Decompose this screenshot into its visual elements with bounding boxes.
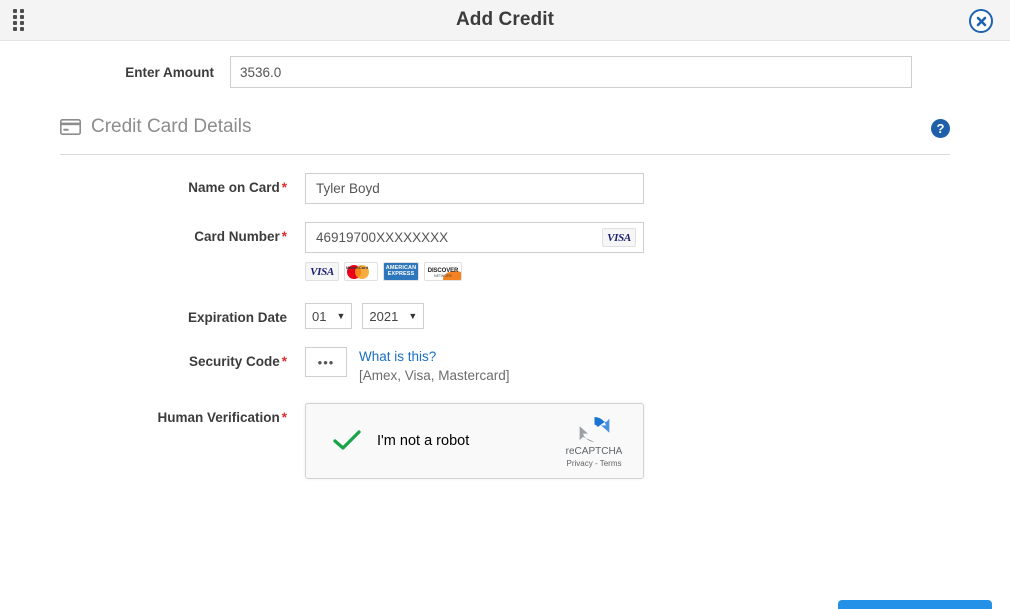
name-on-card-label: Name on Card * bbox=[0, 173, 305, 195]
human-verification-row: Human Verification * I'm not a robot reC… bbox=[0, 403, 1010, 479]
what-is-this-link[interactable]: What is this? bbox=[359, 348, 510, 366]
mastercard-logo-text: MasterCard bbox=[346, 264, 369, 270]
discover-logo-sub: NETWORK bbox=[434, 274, 452, 278]
security-code-label-text: Security Code bbox=[188, 354, 280, 369]
required-marker: * bbox=[281, 229, 287, 244]
card-number-row: Card Number* VISA VISA MasterCard bbox=[0, 222, 1010, 281]
recaptcha-terms[interactable]: Privacy - Terms bbox=[555, 458, 633, 469]
recaptcha-branding: reCAPTCHA Privacy - Terms bbox=[555, 412, 633, 469]
security-code-input[interactable] bbox=[305, 347, 347, 377]
visa-logo-icon: VISA bbox=[305, 262, 339, 281]
modal-body: Enter Amount Credit Card Details ? Name … bbox=[0, 41, 1010, 609]
close-button[interactable] bbox=[969, 9, 993, 33]
human-verification-label-text: Human Verification bbox=[157, 410, 280, 425]
amount-input[interactable] bbox=[230, 56, 912, 88]
discover-logo-text: DISCOVER bbox=[427, 267, 459, 274]
credit-card-section-header: Credit Card Details ? bbox=[60, 115, 950, 155]
amount-row: Enter Amount bbox=[0, 41, 1010, 88]
mastercard-logo-icon: MasterCard bbox=[344, 262, 378, 281]
accepted-cards-strip: VISA MasterCard AMERICAN EXPRESS DISCOVE… bbox=[305, 262, 1010, 281]
required-marker: * bbox=[281, 410, 287, 425]
card-number-input[interactable] bbox=[305, 222, 644, 253]
required-marker: * bbox=[281, 180, 287, 195]
chevron-down-icon: ▼ bbox=[336, 311, 346, 321]
modal-header: Add Credit bbox=[0, 0, 1010, 41]
recaptcha-logo-icon bbox=[555, 412, 633, 446]
card-number-label: Card Number * bbox=[0, 222, 305, 244]
confirm-payment-button[interactable]: Confirm Payment bbox=[837, 600, 992, 609]
recaptcha-brand-name: reCAPTCHA bbox=[565, 446, 623, 457]
name-on-card-input[interactable] bbox=[305, 173, 644, 204]
recaptcha-label: I'm not a robot bbox=[377, 433, 470, 449]
chevron-down-icon: ▼ bbox=[408, 311, 418, 321]
discover-logo-icon: DISCOVER NETWORK bbox=[424, 262, 462, 281]
help-circle-icon[interactable]: ? bbox=[931, 119, 950, 138]
recaptcha-checkbox[interactable] bbox=[332, 426, 362, 456]
visa-logo-text: VISA bbox=[607, 231, 631, 244]
expiration-date-row: Expiration Date 01 ▼ 2021 ▼ bbox=[0, 303, 1010, 329]
visa-logo-text: VISA bbox=[310, 265, 334, 278]
close-icon bbox=[976, 16, 986, 26]
expiration-date-label: Expiration Date bbox=[0, 303, 305, 325]
section-title: Credit Card Details bbox=[91, 115, 252, 137]
expiration-year-select[interactable]: 2021 ▼ bbox=[362, 303, 425, 329]
card-number-label-text: Card Number bbox=[194, 229, 280, 244]
expiration-date-label-text: Expiration Date bbox=[187, 310, 287, 325]
human-verification-label: Human Verification * bbox=[0, 403, 305, 425]
required-marker: * bbox=[281, 354, 287, 369]
credit-card-icon bbox=[60, 118, 81, 135]
modal-footer: Confirm Payment bbox=[837, 600, 992, 609]
green-checkmark-icon bbox=[333, 430, 361, 450]
expiration-month-value: 01 bbox=[312, 308, 327, 324]
name-on-card-label-text: Name on Card bbox=[188, 180, 280, 195]
amount-label: Enter Amount bbox=[125, 64, 214, 80]
visa-logo-icon: VISA bbox=[602, 228, 636, 247]
recaptcha-widget[interactable]: I'm not a robot reCAPTCHA Privacy - Term… bbox=[305, 403, 644, 479]
amex-logo-icon: AMERICAN EXPRESS bbox=[383, 262, 419, 281]
security-code-note: [Amex, Visa, Mastercard] bbox=[359, 368, 510, 383]
expiration-year-value: 2021 bbox=[369, 308, 399, 324]
grip-dots-icon[interactable] bbox=[13, 9, 29, 32]
security-code-row: Security Code* What is this? [Amex, Visa… bbox=[0, 347, 1010, 385]
name-on-card-row: Name on Card * bbox=[0, 173, 1010, 204]
amex-logo-line2: EXPRESS bbox=[387, 270, 415, 277]
page-title: Add Credit bbox=[455, 9, 555, 30]
security-code-label: Security Code * bbox=[0, 347, 305, 369]
expiration-month-select[interactable]: 01 ▼ bbox=[305, 303, 353, 329]
